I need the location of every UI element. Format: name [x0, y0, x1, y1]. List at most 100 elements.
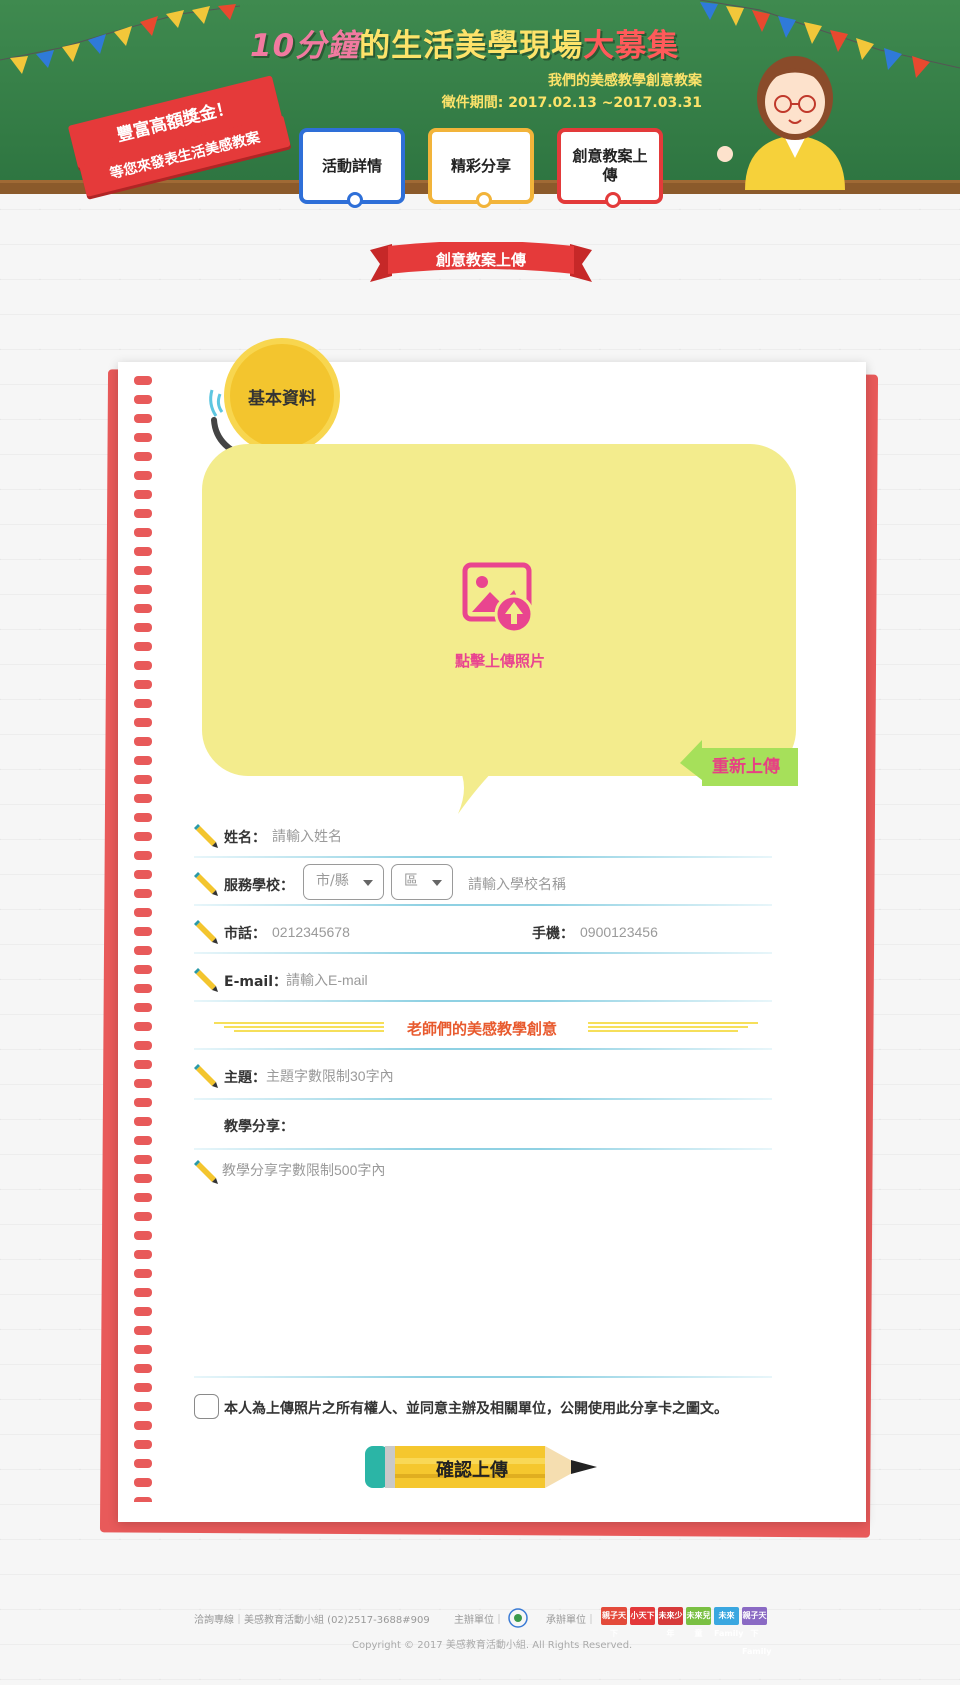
school-name-input[interactable]	[468, 870, 768, 898]
spiral-hole	[134, 1098, 152, 1107]
spiral-hole	[134, 927, 152, 936]
city-select[interactable]: 市/縣	[303, 864, 384, 900]
spiral-hole	[134, 395, 152, 404]
nav-activity-details[interactable]: 活動詳情	[299, 128, 405, 208]
row-divider	[194, 952, 772, 954]
spiral-hole	[134, 642, 152, 651]
topic-input[interactable]	[266, 1062, 766, 1090]
spiral-hole	[134, 1212, 152, 1221]
spiral-hole	[134, 547, 152, 556]
district-select[interactable]: 區	[391, 864, 453, 900]
spiral-hole	[134, 1440, 152, 1449]
spiral-hole	[134, 1383, 152, 1392]
pencil-icon	[194, 872, 218, 896]
pencil-icon	[194, 1064, 218, 1088]
spiral-hole	[134, 1459, 152, 1468]
spiral-hole	[134, 490, 152, 499]
footer-copyright: Copyright © 2017 美感教育活動小組. All Rights Re…	[352, 1640, 633, 1651]
email-input[interactable]	[286, 966, 766, 994]
upload-photo-label[interactable]: 點擊上傳照片	[400, 650, 600, 671]
submit-label[interactable]: 確認上傳	[412, 1456, 532, 1482]
footer-logo-3: 未來少年	[658, 1607, 683, 1638]
spiral-hole	[134, 1250, 152, 1259]
spiral-hole	[134, 889, 152, 898]
spiral-hole	[134, 661, 152, 670]
spiral-hole	[134, 1307, 152, 1316]
row-divider	[194, 1000, 772, 1002]
spiral-hole	[134, 1364, 152, 1373]
spiral-hole	[134, 1497, 152, 1502]
spiral-hole	[134, 376, 152, 385]
footer-organizer-label: 承辦單位｜	[546, 1615, 596, 1626]
page-subtitle: 我們的美感教學創意教案	[548, 73, 702, 89]
spiral-hole	[134, 1402, 152, 1411]
creative-section-title: 老師們的美感教學創意	[406, 1020, 557, 1038]
spiral-hole	[134, 1117, 152, 1126]
title-time: 10分鐘	[250, 28, 360, 64]
spiral-hole	[134, 1060, 152, 1069]
spiral-hole	[134, 1136, 152, 1145]
spiral-hole	[134, 509, 152, 518]
footer-host-label: 主辦單位｜	[454, 1615, 504, 1626]
title-main-text: 的生活美學現場	[359, 28, 584, 64]
footer-logo-2: 小天下	[630, 1607, 655, 1625]
spiral-hole	[134, 433, 152, 442]
spiral-hole	[134, 699, 152, 708]
submission-period: 徵件期間: 2017.02.13 ~2017.03.31	[441, 95, 702, 111]
name-input[interactable]	[272, 822, 752, 850]
row-divider	[194, 1098, 772, 1100]
city-select-value: 市/縣	[316, 873, 349, 889]
agree-checkbox[interactable]	[194, 1394, 219, 1419]
divider-stripes-right	[588, 1022, 758, 1032]
spiral-hole	[134, 566, 152, 575]
footer-logo-4: 未來兒童	[686, 1607, 711, 1638]
spiral-hole	[134, 1003, 152, 1012]
spiral-hole	[134, 471, 152, 480]
footer-logo-5: 未來Family	[714, 1607, 743, 1638]
footer-logo-1: 親子天下	[601, 1607, 627, 1638]
spiral-hole	[134, 908, 152, 917]
chevron-down-icon	[363, 880, 373, 886]
spiral-hole	[134, 775, 152, 784]
pencil-icon	[194, 1160, 218, 1184]
spiral-hole	[134, 794, 152, 803]
spiral-hole	[134, 604, 152, 613]
spiral-hole	[134, 1231, 152, 1240]
spiral-hole	[134, 1174, 152, 1183]
spiral-hole	[134, 737, 152, 746]
phone-input[interactable]	[272, 918, 512, 946]
divider-stripes-left	[214, 1022, 384, 1032]
footer-contact: 洽詢專線｜美感教育活動小組 (02)2517-3688#909	[194, 1615, 430, 1626]
spiral-hole	[134, 623, 152, 632]
row-divider	[194, 904, 772, 906]
section-ribbon-label: 創意教案上傳	[435, 251, 526, 269]
spiral-hole	[134, 1269, 152, 1278]
row-divider	[194, 1048, 772, 1050]
ministry-logo-icon	[508, 1608, 528, 1628]
pencil-icon	[194, 920, 218, 944]
spiral-hole	[134, 984, 152, 993]
spiral-hole	[134, 851, 152, 860]
reupload-label[interactable]: 重新上傳	[698, 752, 794, 777]
spiral-hole	[134, 870, 152, 879]
nav-upload-plan[interactable]: 創意教案上傳	[557, 128, 663, 208]
page-title: 10分鐘的生活美學現場大募集	[250, 20, 710, 65]
spiral-hole	[134, 813, 152, 822]
spiral-hole	[134, 1288, 152, 1297]
spiral-hole	[134, 1155, 152, 1164]
row-divider	[194, 1376, 772, 1378]
phone-label: 市話：	[224, 926, 266, 942]
title-highlight: 大募集	[583, 28, 680, 64]
spiral-hole	[134, 414, 152, 423]
school-label: 服務學校：	[224, 878, 294, 894]
mobile-input[interactable]	[580, 918, 770, 946]
spiral-hole	[134, 965, 152, 974]
share-textarea[interactable]	[222, 1160, 772, 1370]
pencil-icon	[194, 824, 218, 848]
spiral-hole	[134, 585, 152, 594]
nav-highlights[interactable]: 精彩分享	[428, 128, 534, 208]
image-upload-icon[interactable]	[462, 562, 536, 634]
row-divider	[194, 856, 772, 858]
spiral-hole	[134, 832, 152, 841]
notebook-spiral	[134, 376, 152, 1502]
